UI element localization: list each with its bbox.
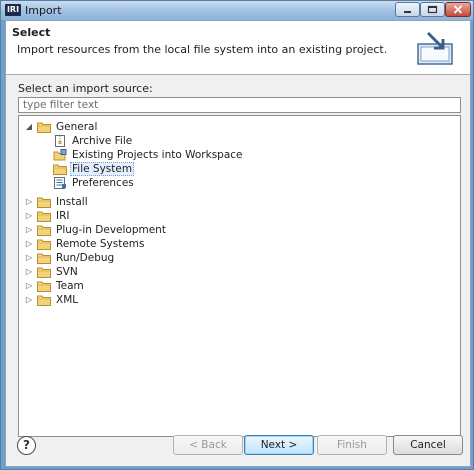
page-title: Select bbox=[12, 26, 51, 39]
help-button[interactable]: ? bbox=[17, 436, 36, 455]
tree-item-label: Plug-in Development bbox=[56, 224, 166, 236]
collapsed-arrow-icon[interactable]: ▷ bbox=[24, 265, 34, 279]
folder-icon bbox=[37, 281, 51, 292]
wizard-header: Select Import resources from the local f… bbox=[6, 21, 470, 75]
folder-icon bbox=[37, 253, 51, 264]
collapsed-arrow-icon[interactable]: ▷ bbox=[24, 237, 34, 251]
dialog-body: Select Import resources from the local f… bbox=[5, 20, 471, 467]
import-dialog-window: IRI Import Select Import resources from … bbox=[0, 0, 474, 470]
tree-item-label: Existing Projects into Workspace bbox=[72, 149, 243, 161]
folder-icon bbox=[37, 197, 51, 208]
back-button[interactable]: < Back bbox=[173, 435, 243, 455]
collapsed-arrow-icon[interactable]: ▷ bbox=[24, 251, 34, 265]
import-source-label: Select an import source: bbox=[18, 82, 153, 95]
projects-icon bbox=[53, 149, 67, 161]
folder-icon bbox=[37, 239, 51, 250]
collapsed-arrow-icon[interactable]: ▷ bbox=[24, 279, 34, 293]
collapsed-arrow-icon[interactable]: ▷ bbox=[24, 223, 34, 237]
finish-button[interactable]: Finish bbox=[317, 435, 387, 455]
folder-icon bbox=[37, 211, 51, 222]
app-logo-icon: IRI bbox=[5, 4, 21, 16]
tree-item-label: Team bbox=[56, 280, 84, 292]
folder-icon bbox=[37, 295, 51, 306]
tree-item-label: General bbox=[56, 121, 98, 133]
title-bar[interactable]: IRI Import bbox=[1, 1, 473, 20]
folder-icon bbox=[37, 267, 51, 278]
tree-item-label: Archive File bbox=[72, 135, 133, 147]
tree-item-label: IRI bbox=[56, 210, 70, 222]
folder-icon bbox=[37, 225, 51, 236]
import-wizard-icon bbox=[417, 31, 453, 65]
next-button[interactable]: Next > bbox=[244, 435, 314, 455]
expanded-arrow-icon[interactable]: ◢ bbox=[24, 120, 34, 134]
tree-item-label: Run/Debug bbox=[56, 252, 115, 264]
minimize-button[interactable] bbox=[395, 2, 420, 17]
import-source-tree[interactable]: ◢ General Archive File Existing Projects… bbox=[18, 115, 461, 437]
close-icon bbox=[453, 5, 463, 14]
tree-item-label: SVN bbox=[56, 266, 78, 278]
tree-item-label-selected: File System bbox=[70, 162, 135, 176]
tree-item-label: Remote Systems bbox=[56, 238, 145, 250]
collapsed-arrow-icon[interactable]: ▷ bbox=[24, 195, 34, 209]
tree-item-label: XML bbox=[56, 294, 79, 306]
folder-icon bbox=[53, 164, 67, 175]
close-button[interactable] bbox=[445, 2, 471, 17]
collapsed-arrow-icon[interactable]: ▷ bbox=[24, 209, 34, 223]
folder-icon bbox=[37, 122, 51, 133]
collapsed-arrow-icon[interactable]: ▷ bbox=[24, 293, 34, 307]
preferences-icon bbox=[54, 177, 66, 189]
minimize-icon bbox=[404, 11, 411, 13]
cancel-button[interactable]: Cancel bbox=[393, 435, 463, 455]
tree-item-label: Install bbox=[56, 196, 88, 208]
archive-file-icon bbox=[55, 135, 65, 147]
maximize-icon bbox=[427, 5, 438, 14]
tree-item-label: Preferences bbox=[72, 177, 134, 189]
window-title: Import bbox=[25, 4, 62, 17]
maximize-button[interactable] bbox=[420, 2, 445, 17]
filter-input[interactable] bbox=[18, 97, 461, 113]
page-description: Import resources from the local file sys… bbox=[17, 43, 388, 56]
